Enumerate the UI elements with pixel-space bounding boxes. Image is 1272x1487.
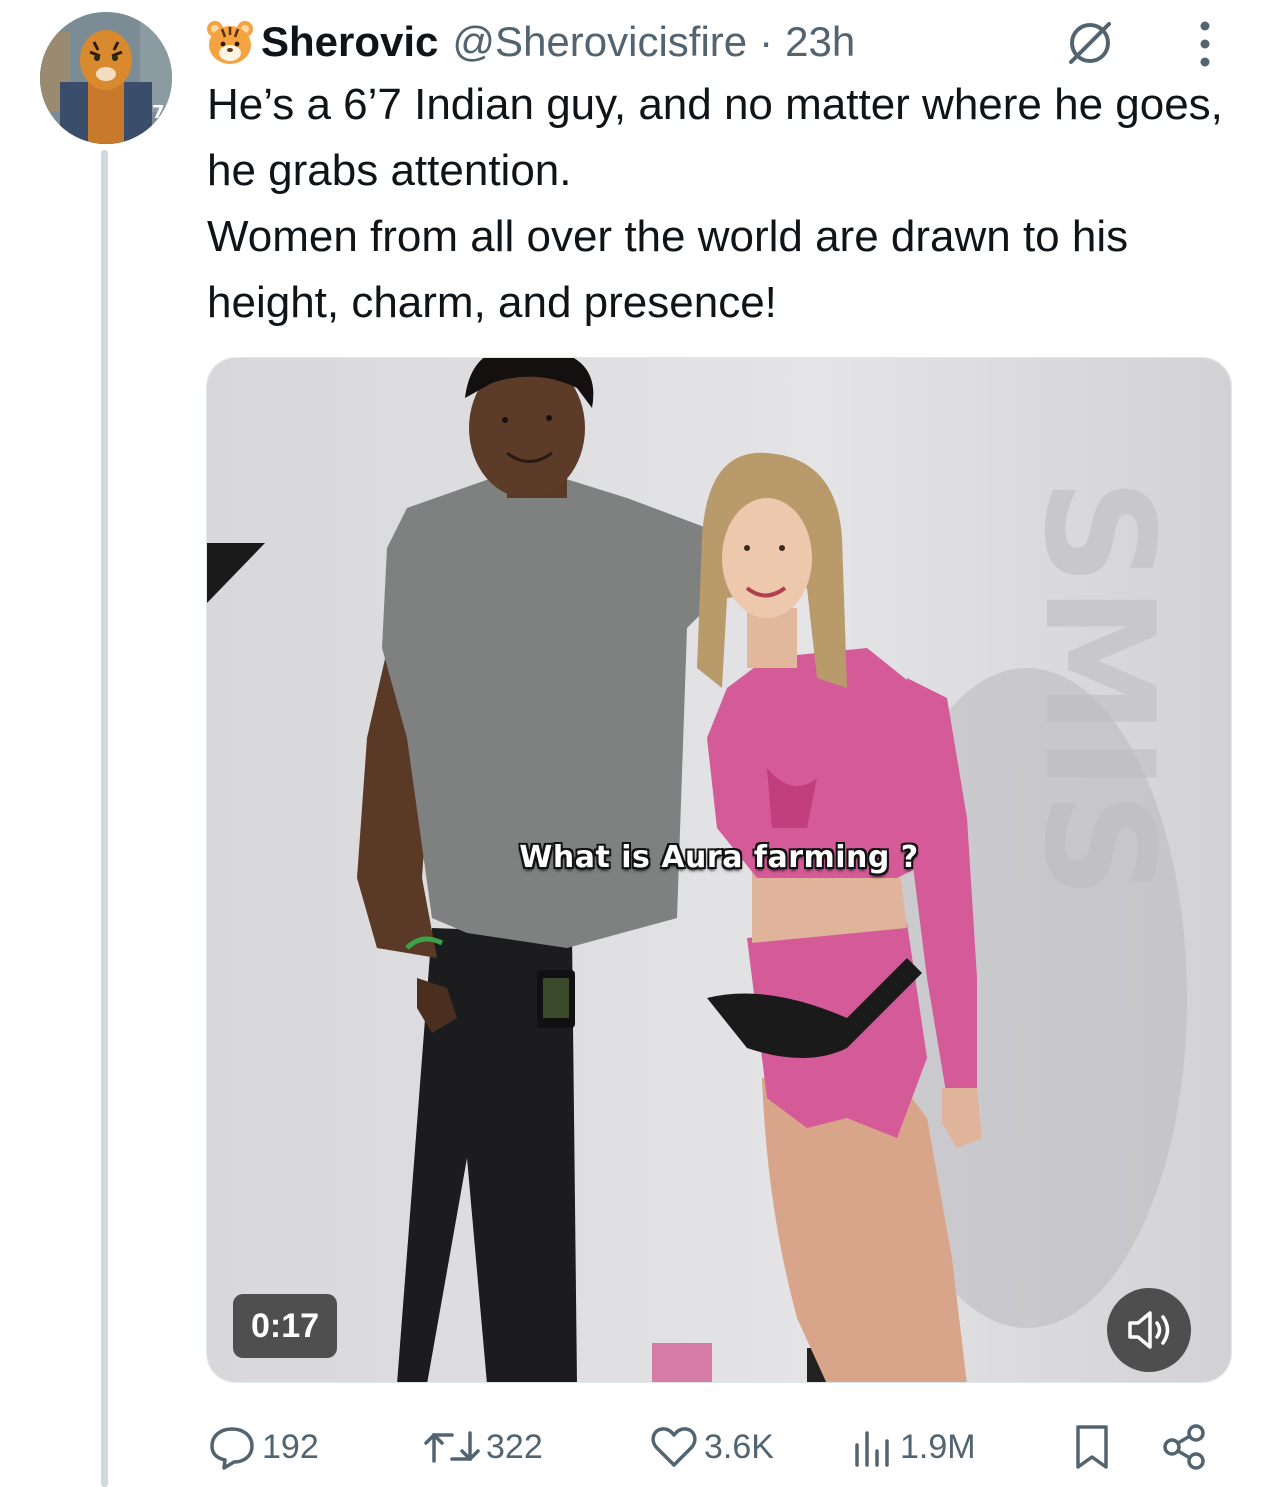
like-button[interactable]: 3.6K <box>648 1412 774 1482</box>
repost-icon <box>424 1431 480 1463</box>
timestamp[interactable]: 23h <box>785 18 855 66</box>
grok-icon[interactable] <box>1065 18 1115 68</box>
share-icon <box>1163 1424 1205 1470</box>
tweet-text: He’s a 6’7 Indian guy, and no matter whe… <box>207 72 1257 336</box>
display-name[interactable]: Sherovic <box>261 18 438 66</box>
repost-count: 322 <box>486 1427 543 1466</box>
bookmark-icon <box>1076 1425 1108 1469</box>
like-icon <box>651 1427 697 1467</box>
bookmark-button[interactable] <box>1070 1412 1114 1482</box>
video-duration: 0:17 <box>233 1294 338 1358</box>
views-count: 1.9M <box>900 1427 976 1466</box>
reply-button[interactable]: 192 <box>206 1412 319 1482</box>
video-caption: What is Aura farming ? <box>519 840 919 875</box>
video-player[interactable]: SMIS What is Aura farming ? 0:17 <box>206 357 1232 1383</box>
reply-icon <box>210 1427 254 1470</box>
volume-icon <box>1128 1311 1170 1349</box>
tweet-line-2: Women from all over the world are drawn … <box>207 212 1129 327</box>
share-button[interactable] <box>1160 1412 1210 1482</box>
tweet-view: 7 Sherovic @Sherovicisfire · 23h He’s a … <box>0 0 1272 1487</box>
action-bar: 192 322 3.6K 1.9M <box>200 1412 1240 1482</box>
thread-line <box>101 150 108 1487</box>
like-count: 3.6K <box>704 1427 774 1466</box>
separator: · <box>759 18 774 65</box>
svg-text:7: 7 <box>152 102 165 123</box>
views-icon <box>855 1431 889 1467</box>
avatar[interactable]: 7 <box>40 12 172 144</box>
volume-button[interactable] <box>1107 1288 1191 1372</box>
tweet-line-1: He’s a 6’7 Indian guy, and no matter whe… <box>207 80 1223 195</box>
tiger-face-icon <box>207 21 253 64</box>
tweet-header: Sherovic @Sherovicisfire · 23h <box>205 12 1265 72</box>
reply-count: 192 <box>262 1427 319 1466</box>
more-options-icon[interactable] <box>1185 16 1225 72</box>
handle[interactable]: @Sherovicisfire <box>452 18 747 66</box>
repost-button[interactable]: 322 <box>422 1412 543 1482</box>
views-button[interactable]: 1.9M <box>850 1412 976 1482</box>
